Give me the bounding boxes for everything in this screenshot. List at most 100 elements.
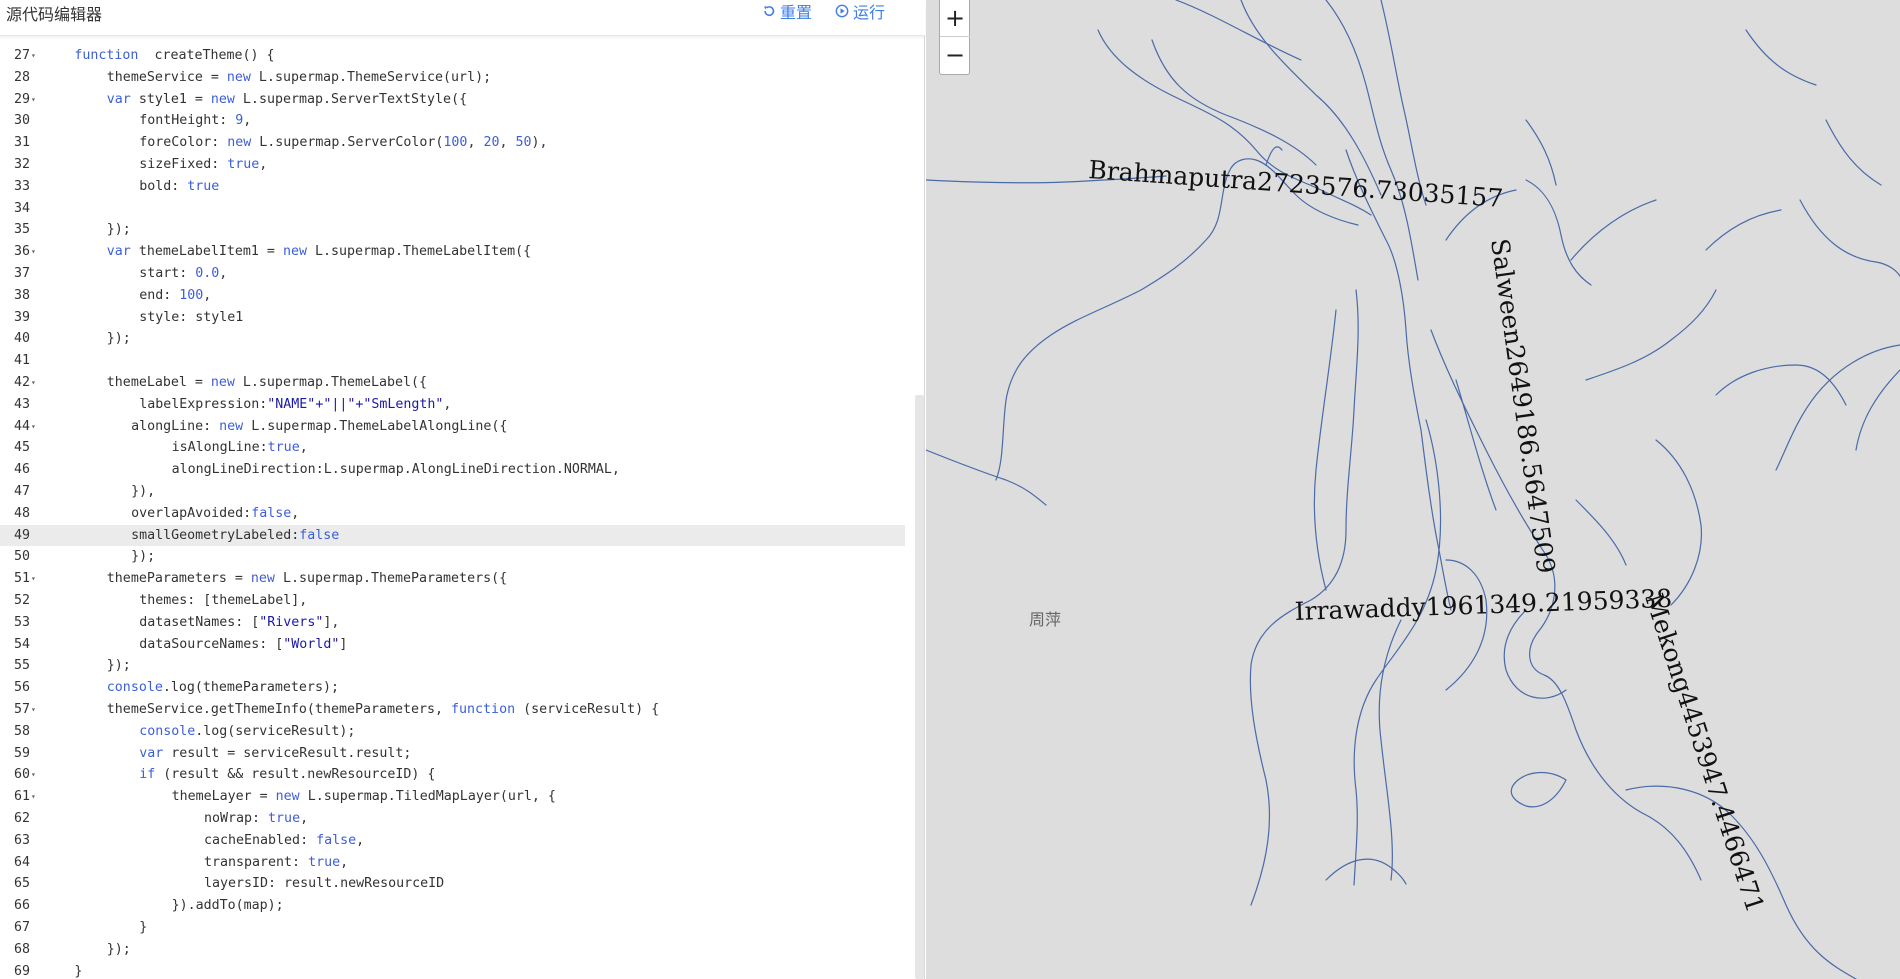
code-token: 100: [179, 287, 204, 303]
code-line[interactable]: 34: [0, 198, 905, 220]
fold-arrow-icon[interactable]: ▾: [31, 764, 36, 786]
code-line[interactable]: 39 style: style1: [0, 307, 905, 329]
map-view[interactable]: Brahmaputra2723576.73035157 Salween26491…: [926, 0, 1900, 979]
fold-arrow-icon[interactable]: ▾: [31, 45, 36, 67]
code-line[interactable]: 53 datasetNames: ["Rivers"],: [0, 612, 905, 634]
code-token: });: [106, 222, 131, 238]
line-number: 61: [13, 789, 30, 805]
code-token: ,: [243, 113, 252, 129]
river-line: [1353, 419, 1442, 886]
river-line: [1325, 858, 1407, 885]
code-line[interactable]: 33 bold: true: [0, 176, 905, 198]
editor-header: 源代码编辑器 重置 运行: [0, 0, 925, 36]
code-line[interactable]: 68});: [0, 939, 905, 961]
code-line[interactable]: 50});: [0, 546, 905, 568]
code-text: noWrap: true,: [42, 808, 308, 830]
code-token: L.supermap.ServerColor(: [251, 135, 444, 151]
code-token: });: [106, 658, 131, 674]
code-line[interactable]: 41: [0, 350, 905, 372]
code-line[interactable]: 54 dataSourceNames: ["World"]: [0, 634, 905, 656]
code-token: new: [275, 789, 300, 805]
code-line[interactable]: 28 themeService = new L.supermap.ThemeSer…: [0, 67, 905, 89]
code-line[interactable]: 51 ▾ themeParameters = new L.supermap.Them…: [0, 568, 905, 590]
editor-scrollbar[interactable]: [915, 395, 924, 979]
run-label: 运行: [853, 3, 886, 22]
fold-arrow-icon[interactable]: ▾: [31, 372, 36, 394]
code-line[interactable]: 45 isAlongLine:true,: [0, 437, 905, 459]
code-token: L.supermap.TiledMapLayer(url, {: [299, 789, 556, 805]
code-line[interactable]: 65 layersID: result.newResourceID: [0, 873, 905, 895]
code-text: bold: true: [42, 176, 219, 198]
code-line[interactable]: 43 labelExpression:"NAME"+"||"+"SmLength"…: [0, 394, 905, 416]
code-line[interactable]: 37 start: 0.0,: [0, 263, 905, 285]
code-line[interactable]: 47}),: [0, 481, 905, 503]
fold-arrow-icon[interactable]: ▾: [31, 89, 36, 111]
code-editor-panel: 源代码编辑器 重置 运行 27 ▾ function createTheme() {…: [0, 0, 925, 979]
code-line[interactable]: 30 fontHeight: 9,: [0, 110, 905, 132]
fold-arrow-icon[interactable]: ▾: [31, 241, 36, 263]
code-line[interactable]: 38 end: 100,: [0, 285, 905, 307]
zoom-out-button[interactable]: −: [940, 37, 970, 74]
code-line[interactable]: 40});: [0, 328, 905, 350]
code-token: fontHeight:: [139, 113, 236, 129]
code-token: ],: [323, 614, 340, 630]
line-number: 54: [13, 636, 30, 652]
line-number: 48: [13, 505, 30, 521]
code-token: L.supermap.ThemeParameters({: [274, 571, 508, 587]
code-line[interactable]: 35});: [0, 219, 905, 241]
code-token: L.supermap.ServerTextStyle({: [234, 91, 468, 107]
fold-arrow-icon[interactable]: ▾: [31, 786, 36, 808]
code-token: function: [74, 48, 139, 63]
river-line: [1525, 119, 1557, 186]
code-line[interactable]: 69}: [0, 961, 905, 979]
line-number: 27: [13, 48, 30, 63]
line-number: 66: [13, 898, 30, 914]
code-line[interactable]: 55});: [0, 655, 905, 677]
code-line[interactable]: 44 ▾ alongLine: new L.supermap.ThemeLabelA…: [0, 416, 905, 438]
code-line[interactable]: 59 var result = serviceResult.result;: [0, 743, 905, 765]
code-line[interactable]: 56 console.log(themeParameters);: [0, 677, 905, 699]
line-number: 35: [13, 222, 30, 238]
code-line[interactable]: 62 noWrap: true,: [0, 808, 905, 830]
code-line[interactable]: 42 ▾ themeLabel = new L.supermap.ThemeLabe…: [0, 372, 905, 394]
code-token: new: [210, 375, 235, 390]
code-line[interactable]: 66}).addTo(map);: [0, 895, 905, 917]
fold-arrow-icon[interactable]: ▾: [31, 416, 36, 438]
code-line[interactable]: 63 cacheEnabled: false,: [0, 830, 905, 852]
editor-title: 源代码编辑器: [6, 5, 103, 24]
line-number: 53: [13, 614, 30, 630]
line-number: 63: [13, 832, 30, 848]
code-token: var: [139, 745, 164, 761]
code-line[interactable]: 32 sizeFixed: true,: [0, 154, 905, 176]
reset-button[interactable]: 重置: [762, 0, 812, 22]
reset-label: 重置: [780, 3, 813, 22]
run-button[interactable]: 运行: [835, 0, 885, 22]
code-line[interactable]: 46 alongLineDirection:L.supermap.AlongLin…: [0, 459, 905, 481]
code-token: noWrap:: [204, 811, 269, 826]
code-token: style1 =: [130, 91, 211, 107]
code-line[interactable]: 27 ▾ function createTheme() {: [0, 45, 905, 67]
line-number: 29: [13, 91, 30, 107]
code-line[interactable]: 31 foreColor: new L.supermap.ServerColor(…: [0, 132, 905, 154]
river-line: [1570, 199, 1657, 261]
code-token: 0.0: [195, 266, 220, 281]
code-line[interactable]: 61 ▾ themeLayer = new L.supermap.TiledMapL…: [0, 786, 905, 808]
code-area[interactable]: 27 ▾ function createTheme() {28 themeServic…: [0, 36, 915, 979]
code-line[interactable]: 36 ▾ var themeLabelItem1 = new L.supermap.…: [0, 241, 905, 263]
code-line[interactable]: 49 smallGeometryLabeled:false: [0, 524, 905, 547]
code-line[interactable]: 64 transparent: true,: [0, 852, 905, 874]
line-number: 47: [13, 484, 30, 499]
code-token: sizeFixed:: [139, 157, 228, 172]
code-line[interactable]: 29 ▾ var style1 = new L.supermap.ServerTex…: [0, 89, 905, 111]
code-line[interactable]: 52 themes: [themeLabel],: [0, 590, 905, 612]
code-line[interactable]: 58 console.log(serviceResult);: [0, 721, 905, 743]
code-line[interactable]: 60 ▾ if (result && result.newResourceID) {: [0, 764, 905, 786]
code-line[interactable]: 48 overlapAvoided:false,: [0, 503, 905, 525]
fold-arrow-icon[interactable]: ▾: [31, 699, 36, 721]
zoom-in-button[interactable]: +: [940, 0, 970, 37]
line-number: 28: [13, 69, 30, 85]
fold-arrow-icon[interactable]: ▾: [31, 568, 36, 590]
code-line[interactable]: 57 ▾ themeService.getThemeInfo(themeParame…: [0, 699, 905, 721]
code-text: labelExpression:"NAME"+"||"+"SmLength",: [42, 394, 451, 416]
code-line[interactable]: 67}: [0, 917, 905, 939]
